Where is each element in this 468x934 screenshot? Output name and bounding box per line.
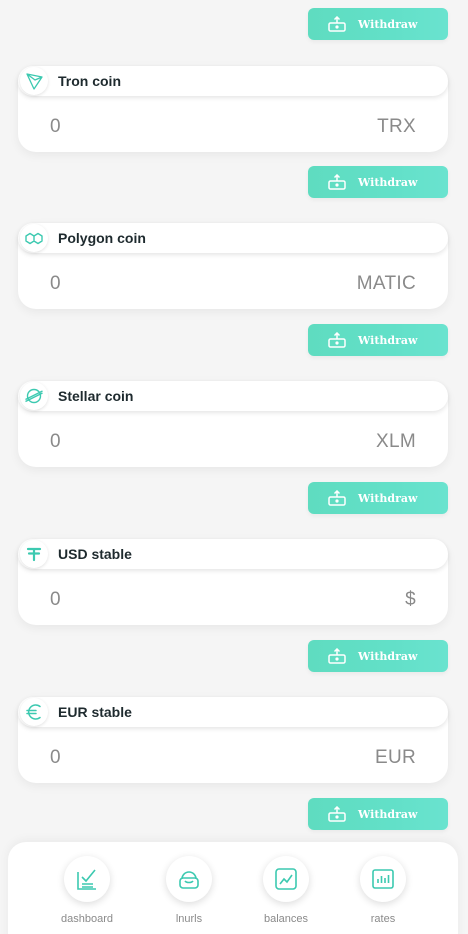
- stellar-icon: [20, 382, 48, 410]
- nav-label-lnurls: lnurls: [175, 913, 203, 925]
- withdraw-button[interactable]: Withdraw: [308, 8, 448, 40]
- withdraw-label: Withdraw: [358, 175, 418, 189]
- nav-item-rates[interactable]: rates: [338, 856, 428, 925]
- coin-name: EUR stable: [58, 704, 132, 720]
- coin-unit: MATIC: [356, 273, 416, 294]
- withdraw-label: Withdraw: [358, 649, 418, 663]
- coin-unit: XLM: [376, 431, 416, 452]
- nav-item-dashboard[interactable]: dashboard: [42, 856, 132, 925]
- coin-name: USD stable: [58, 546, 132, 562]
- coin-name: Polygon coin: [58, 230, 146, 246]
- withdraw-icon: [328, 648, 346, 664]
- polygon-icon: [20, 224, 48, 252]
- balances-icon[interactable]: [263, 856, 309, 902]
- coin-card-eur: EUR stable 0 EUR: [18, 697, 448, 783]
- rates-icon[interactable]: [360, 856, 406, 902]
- coin-name: Tron coin: [58, 73, 121, 89]
- coin-amount: 0: [50, 589, 61, 610]
- coin-card-tron: Tron coin 0 TRX: [18, 66, 448, 152]
- withdraw-button[interactable]: Withdraw: [308, 482, 448, 514]
- coin-card-usd: USD stable 0 $: [18, 539, 448, 625]
- coin-amount: 0: [50, 273, 61, 294]
- coin-unit: TRX: [377, 116, 416, 137]
- withdraw-button[interactable]: Withdraw: [308, 324, 448, 356]
- nav-label-rates: rates: [370, 913, 396, 925]
- coin-name: Stellar coin: [58, 388, 134, 404]
- coin-amount: 0: [50, 747, 61, 768]
- coin-amount: 0: [50, 431, 61, 452]
- withdraw-icon: [328, 332, 346, 348]
- coin-amount: 0: [50, 116, 61, 137]
- nav-label-dashboard: dashboard: [61, 913, 113, 925]
- withdraw-label: Withdraw: [358, 491, 418, 505]
- euro-icon: [20, 698, 48, 726]
- nav-item-balances[interactable]: balances: [241, 856, 331, 925]
- coin-card-header: Stellar coin: [18, 381, 448, 411]
- withdraw-label: Withdraw: [358, 333, 418, 347]
- coin-card-header: EUR stable: [18, 697, 448, 727]
- coin-card-stellar: Stellar coin 0 XLM: [18, 381, 448, 467]
- withdraw-button[interactable]: Withdraw: [308, 640, 448, 672]
- tron-icon: [20, 67, 48, 95]
- coin-card-header: USD stable: [18, 539, 448, 569]
- coin-unit: $: [405, 589, 416, 610]
- withdraw-icon: [328, 490, 346, 506]
- withdraw-label: Withdraw: [358, 807, 418, 821]
- withdraw-icon: [328, 174, 346, 190]
- withdraw-button[interactable]: Withdraw: [308, 166, 448, 198]
- dashboard-icon[interactable]: [64, 856, 110, 902]
- coin-card-polygon: Polygon coin 0 MATIC: [18, 223, 448, 309]
- lnurls-icon[interactable]: [166, 856, 212, 902]
- withdraw-button[interactable]: Withdraw: [308, 798, 448, 830]
- coin-card-header: Polygon coin: [18, 223, 448, 253]
- nav-item-lnurls[interactable]: lnurls: [144, 856, 234, 925]
- withdraw-label: Withdraw: [358, 17, 418, 31]
- bottom-nav: dashboard lnurls balances rates: [8, 842, 458, 934]
- tether-icon: [20, 540, 48, 568]
- coin-card-header: Tron coin: [18, 66, 448, 96]
- withdraw-icon: [328, 806, 346, 822]
- nav-label-balances: balances: [263, 913, 309, 925]
- withdraw-icon: [328, 16, 346, 32]
- coin-unit: EUR: [374, 747, 416, 768]
